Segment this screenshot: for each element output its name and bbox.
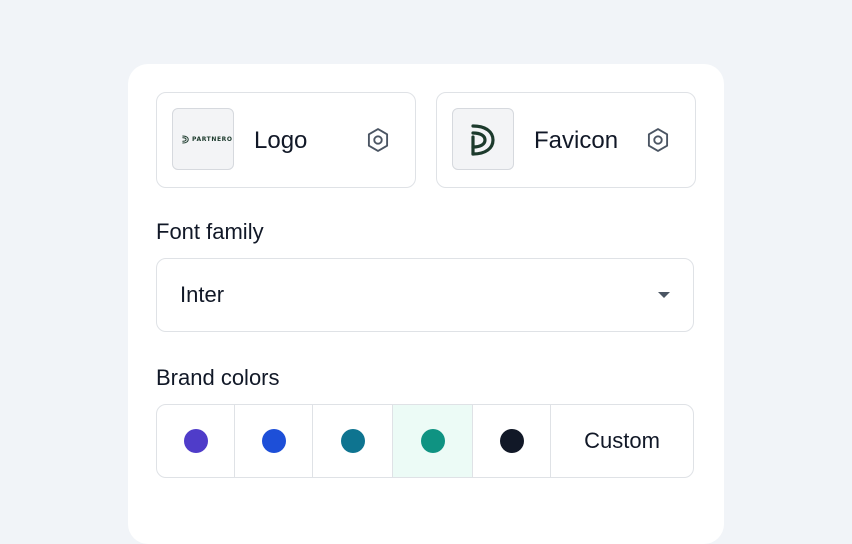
favicon-label: Favicon [534, 127, 619, 154]
partnero-logo: PARTNERO [182, 135, 233, 144]
logo-thumbnail[interactable]: PARTNERO [172, 108, 234, 170]
branding-card: PARTNERO Logo Favicon Font family Inter … [128, 64, 724, 544]
brand-assets: PARTNERO Logo Favicon [156, 92, 696, 188]
color-swatch-blue[interactable] [235, 405, 313, 477]
color-swatch-dark[interactable] [473, 405, 551, 477]
color-dot [499, 429, 524, 453]
logo-label: Logo [254, 127, 308, 154]
font-family-label: Font family [156, 219, 264, 244]
color-dot [340, 429, 365, 453]
color-dot [420, 429, 445, 453]
brand-colors-label: Brand colors [156, 365, 280, 390]
brand-color-picker: Custom [156, 404, 694, 478]
color-dot [183, 429, 208, 453]
gear-icon[interactable] [644, 126, 672, 154]
gear-icon[interactable] [364, 126, 392, 154]
favicon-asset-card[interactable]: Favicon [436, 92, 696, 188]
logo-asset-card[interactable]: PARTNERO Logo [156, 92, 416, 188]
partnero-favicon-icon [471, 124, 495, 156]
custom-color-button[interactable]: Custom [551, 405, 693, 477]
color-swatch-teal[interactable] [313, 405, 393, 477]
color-swatch-green[interactable] [393, 405, 473, 477]
partnero-mark-icon [182, 135, 189, 144]
logo-wordmark: PARTNERO [192, 136, 233, 143]
chevron-down-icon [658, 292, 670, 298]
favicon-thumbnail[interactable] [452, 108, 514, 170]
font-family-select[interactable]: Inter [156, 258, 694, 332]
color-dot [261, 429, 286, 453]
color-swatch-purple[interactable] [157, 405, 235, 477]
font-family-value: Inter [180, 282, 225, 307]
